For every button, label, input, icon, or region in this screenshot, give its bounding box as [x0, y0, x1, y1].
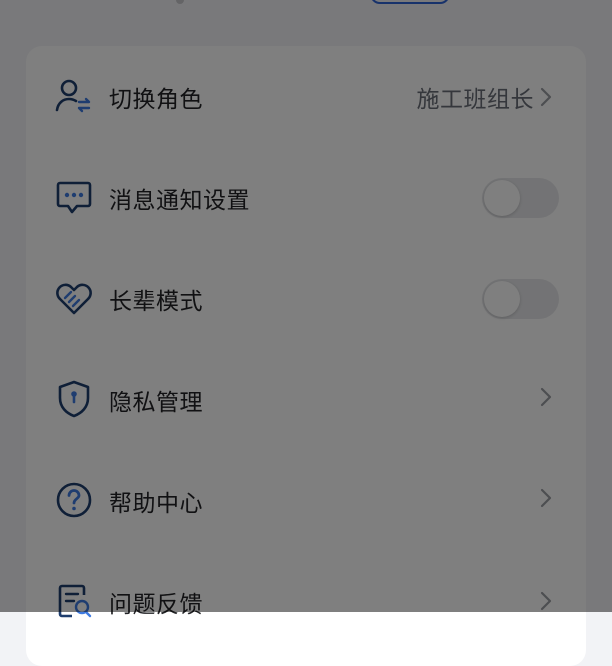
modal-dim-overlay[interactable] [0, 0, 612, 612]
